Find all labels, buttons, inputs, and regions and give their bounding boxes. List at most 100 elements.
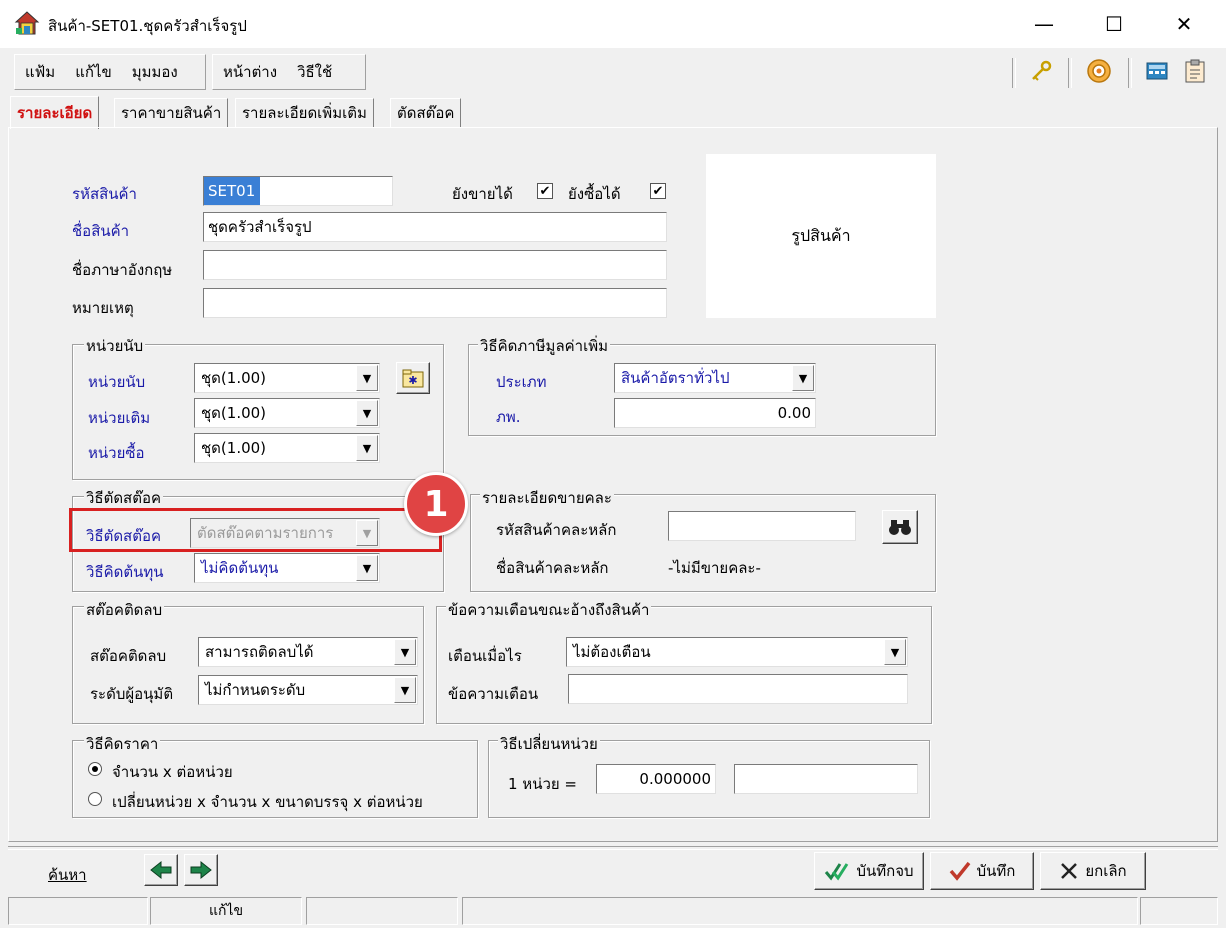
pricing-option-1-radio[interactable] bbox=[88, 762, 102, 776]
chevron-down-icon[interactable]: ▼ bbox=[884, 639, 906, 665]
search-link[interactable]: ค้นหา bbox=[48, 863, 87, 887]
approver-level-label: ระดับผู้อนุมัติ bbox=[90, 685, 174, 703]
unit-convert-value-input[interactable] bbox=[596, 764, 716, 794]
unit-label: หน่วยนับ bbox=[88, 373, 146, 391]
vat-type-select[interactable]: สินค้าอัตราทั่วไป ▼ bbox=[614, 363, 816, 393]
menu-file[interactable]: แฟ้ม bbox=[15, 60, 65, 84]
maximize-button[interactable]: ☐ bbox=[1086, 6, 1142, 42]
cancel-label: ยกเลิก bbox=[1085, 862, 1127, 880]
pricing-option-2-label[interactable]: เปลี่ยนหน่วย x จำนวน x ขนาดบรรจุ x ต่อหน… bbox=[112, 790, 423, 814]
product-name-label: ชื่อสินค้า bbox=[72, 222, 130, 240]
vat-type-value: สินค้าอัตราทั่วไป bbox=[621, 369, 730, 387]
warn-when-select[interactable]: ไม่ต้องเตือน ▼ bbox=[566, 637, 908, 667]
tab-more-details[interactable]: รายละเอียดเพิ่มเติม bbox=[235, 98, 374, 127]
negative-stock-select[interactable]: สามารถติดลบได้ ▼ bbox=[198, 637, 418, 667]
english-name-input[interactable] bbox=[203, 250, 667, 280]
radio-selected-dot bbox=[92, 766, 98, 772]
tab-details[interactable]: รายละเอียด bbox=[10, 96, 100, 129]
main-mixed-code-input[interactable] bbox=[668, 511, 856, 541]
menu-edit[interactable]: แก้ไข bbox=[65, 60, 122, 84]
tab-stock-cut[interactable]: ตัดสต๊อค bbox=[390, 98, 462, 127]
unit-convert-group-title: วิธีเปลี่ยนหน่วย bbox=[498, 732, 600, 756]
minimize-button[interactable]: — bbox=[1016, 6, 1072, 42]
bottom-divider bbox=[8, 846, 1218, 850]
negative-stock-value: สามารถติดลบได้ bbox=[205, 643, 314, 661]
unit-select[interactable]: ชุด(1.00) ▼ bbox=[194, 363, 380, 393]
binoculars-search-button[interactable] bbox=[882, 510, 918, 544]
window-title: สินค้า-SET01.ชุดครัวสำเร็จรูป bbox=[48, 17, 247, 35]
status-cell-1 bbox=[8, 897, 148, 925]
unit-folder-button[interactable]: ✱ bbox=[396, 362, 430, 394]
buy-unit-select[interactable]: ชุด(1.00) ▼ bbox=[194, 433, 380, 463]
annotation-highlight-box bbox=[69, 508, 442, 552]
english-name-label: ชื่อภาษาอังกฤษ bbox=[72, 261, 173, 279]
previous-record-button[interactable] bbox=[144, 854, 178, 886]
warn-when-value: ไม่ต้องเตือน bbox=[573, 643, 651, 661]
cancel-button[interactable]: ยกเลิก bbox=[1040, 852, 1146, 890]
chevron-down-icon[interactable]: ▼ bbox=[792, 365, 814, 391]
approver-level-select[interactable]: ไม่กำหนดระดับ ▼ bbox=[198, 675, 418, 705]
vat-rate-input[interactable] bbox=[614, 398, 816, 428]
save-button[interactable]: บันทึก bbox=[930, 852, 1034, 890]
save-close-label: บันทึกจบ bbox=[856, 862, 914, 880]
arrow-right-icon bbox=[190, 860, 212, 880]
unit-convert-unit-input[interactable] bbox=[734, 764, 918, 794]
vat-type-label: ประเภท bbox=[496, 373, 547, 391]
chevron-down-icon[interactable]: ▼ bbox=[356, 400, 378, 426]
main-mixed-name-value: -ไม่มีขายคละ- bbox=[668, 559, 761, 577]
stock-unit-label: หน่วยเติม bbox=[88, 409, 151, 427]
menu-view[interactable]: มุมมอง bbox=[122, 60, 188, 84]
chevron-down-icon[interactable]: ▼ bbox=[356, 435, 378, 461]
annotation-badge: 1 bbox=[404, 472, 468, 536]
product-code-input[interactable] bbox=[203, 176, 393, 206]
menu-group-main: แฟ้ม แก้ไข มุมมอง bbox=[14, 54, 206, 90]
clipboard-icon[interactable] bbox=[1178, 54, 1212, 88]
binoculars-icon bbox=[889, 520, 911, 535]
tab-selling-price[interactable]: ราคาขายสินค้า bbox=[114, 98, 229, 127]
still-sell-checkbox[interactable]: ✔ bbox=[537, 183, 553, 199]
pricing-option-2-radio[interactable] bbox=[88, 792, 102, 806]
cost-method-label: วิธีคิดต้นทุน bbox=[86, 563, 164, 581]
status-cell-5 bbox=[1140, 897, 1218, 925]
stock-unit-select[interactable]: ชุด(1.00) ▼ bbox=[194, 398, 380, 428]
buy-unit-label: หน่วยซื้อ bbox=[88, 444, 145, 462]
stock-unit-value: ชุด(1.00) bbox=[201, 404, 267, 422]
negative-stock-label: สต๊อคติดลบ bbox=[90, 647, 167, 665]
note-input[interactable] bbox=[203, 288, 667, 318]
menu-window[interactable]: หน้าต่าง bbox=[213, 60, 287, 84]
pricing-option-1-label[interactable]: จำนวน x ต่อหน่วย bbox=[112, 760, 233, 784]
save-close-button[interactable]: บันทึกจบ bbox=[814, 852, 924, 890]
close-button[interactable]: ✕ bbox=[1156, 6, 1212, 42]
still-buy-checkbox[interactable]: ✔ bbox=[650, 183, 666, 199]
cost-method-select[interactable]: ไม่คิดต้นทุน ▼ bbox=[194, 553, 380, 583]
calculator-icon[interactable] bbox=[1140, 54, 1174, 88]
menu-help[interactable]: วิธีใช้ bbox=[287, 60, 342, 84]
product-code-label: รหัสสินค้า bbox=[72, 185, 137, 203]
cost-method-value: ไม่คิดต้นทุน bbox=[201, 559, 279, 577]
target-icon[interactable] bbox=[1082, 54, 1116, 88]
arrow-left-icon bbox=[150, 860, 172, 880]
chevron-down-icon[interactable]: ▼ bbox=[394, 677, 416, 703]
product-name-input[interactable] bbox=[203, 212, 667, 242]
units-group-title: หน่วยนับ bbox=[84, 334, 146, 358]
status-mode: แก้ไข bbox=[150, 897, 302, 925]
chevron-down-icon[interactable]: ▼ bbox=[356, 555, 378, 581]
buy-unit-value: ชุด(1.00) bbox=[201, 439, 267, 457]
status-cell-4 bbox=[462, 897, 1138, 925]
stock-cut-group-title: วิธีตัดสต๊อค bbox=[84, 486, 163, 510]
save-label: บันทึก bbox=[976, 862, 1016, 880]
chevron-down-icon[interactable]: ▼ bbox=[356, 365, 378, 391]
approver-level-value: ไม่กำหนดระดับ bbox=[205, 681, 306, 699]
pricing-method-group-title: วิธีคิดราคา bbox=[84, 732, 161, 756]
unit-convert-label: 1 หน่วย = bbox=[508, 775, 578, 793]
product-photo[interactable]: รูปสินค้า bbox=[706, 154, 936, 318]
warn-message-input[interactable] bbox=[568, 674, 908, 704]
main-mixed-code-label: รหัสสินค้าคละหลัก bbox=[496, 521, 617, 539]
app-house-icon bbox=[14, 10, 40, 36]
chevron-down-icon[interactable]: ▼ bbox=[394, 639, 416, 665]
next-record-button[interactable] bbox=[184, 854, 218, 886]
key-icon[interactable] bbox=[1024, 54, 1058, 88]
toolbar-separator bbox=[1068, 58, 1072, 88]
x-icon bbox=[1061, 863, 1078, 879]
vat-rate-label: ภพ. bbox=[496, 408, 521, 426]
